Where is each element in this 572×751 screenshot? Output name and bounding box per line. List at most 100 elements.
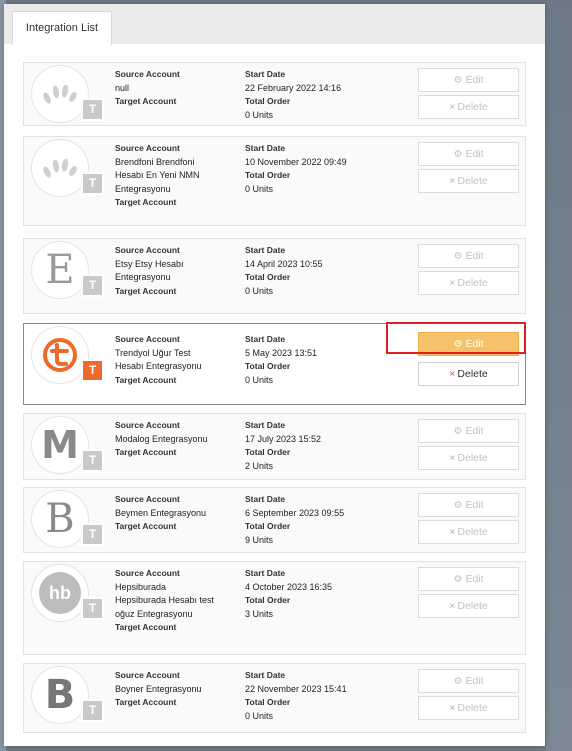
tab-integration-list[interactable]: Integration List	[12, 11, 112, 45]
edit-label: Edit	[465, 148, 484, 160]
start-date-value: 17 July 2023 15:52	[245, 433, 322, 444]
edit-button[interactable]: ⚙ Edit	[418, 567, 519, 591]
target-badge: T	[81, 274, 104, 297]
date-column: Start Date 5 May 2023 13:51 Total Order …	[245, 333, 317, 387]
close-icon: ×	[449, 526, 456, 538]
close-icon: ×	[449, 368, 456, 380]
delete-button[interactable]: × Delete	[418, 594, 519, 618]
source-line: Entegrasyonu	[115, 272, 171, 282]
source-label: Source Account	[115, 334, 180, 344]
integration-card: T Source Account Brendfoni Brendfoni Hes…	[23, 136, 526, 226]
total-order-value: 9 Units	[245, 534, 274, 545]
edit-button[interactable]: ⚙ Edit	[418, 493, 519, 517]
integration-modal: Integration List T Source Account null T…	[4, 4, 545, 746]
source-column: Source Account Boyner Entegrasyonu Targe…	[115, 669, 202, 710]
start-date-label: Start Date	[245, 334, 286, 344]
start-date-value: 14 April 2023 10:55	[245, 258, 323, 269]
total-order-label: Total Order	[245, 170, 291, 180]
edit-button[interactable]: ⚙ Edit	[418, 419, 519, 443]
start-date-value: 22 November 2023 15:41	[245, 683, 347, 694]
start-date-label: Start Date	[245, 143, 286, 153]
gear-icon: ⚙	[453, 500, 463, 511]
integration-card: E T Source Account Etsy Etsy Hesabı Ente…	[23, 238, 526, 314]
source-column: Source Account Modalog Entegrasyonu Targ…	[115, 419, 208, 460]
delete-button[interactable]: × Delete	[418, 95, 519, 119]
start-date-label: Start Date	[245, 670, 286, 680]
logo-letter: B	[44, 672, 76, 718]
edit-label: Edit	[465, 250, 484, 262]
total-order-label: Total Order	[245, 697, 291, 707]
integration-card: M T Source Account Modalog Entegrasyonu …	[23, 413, 526, 480]
start-date-value: 10 November 2022 09:49	[245, 156, 347, 167]
target-label: Target Account	[115, 697, 177, 707]
start-date-value: 22 February 2022 14:16	[245, 82, 342, 93]
source-line: Hesabı Entegrasyonu	[115, 361, 202, 371]
date-column: Start Date 22 February 2022 14:16 Total …	[245, 68, 341, 122]
delete-label: Delete	[457, 101, 488, 113]
source-label: Source Account	[115, 420, 180, 430]
close-icon: ×	[449, 452, 456, 464]
start-date-label: Start Date	[245, 568, 286, 578]
close-icon: ×	[449, 101, 456, 113]
total-order-label: Total Order	[245, 595, 291, 605]
source-line: Hepsiburada	[115, 581, 167, 592]
close-icon: ×	[449, 175, 456, 187]
delete-button[interactable]: × Delete	[418, 169, 519, 193]
gear-icon: ⚙	[453, 149, 463, 160]
integration-card: B T Source Account Boyner Entegrasyonu T…	[23, 663, 526, 733]
delete-label: Delete	[457, 175, 488, 187]
edit-label: Edit	[465, 573, 484, 585]
total-order-value: 3 Units	[245, 608, 274, 619]
date-column: Start Date 22 November 2023 15:41 Total …	[245, 669, 347, 723]
gear-icon: ⚙	[453, 574, 463, 585]
edit-label: Edit	[465, 499, 484, 511]
total-order-value: 0 Units	[245, 285, 274, 296]
start-date-value: 6 September 2023 09:55	[245, 507, 345, 518]
source-column: Source Account Trendyol Uğur Test Hesabı…	[115, 333, 202, 387]
source-line: Brendfoni Brendfoni	[115, 156, 195, 167]
target-badge: T	[81, 98, 104, 121]
close-icon: ×	[449, 277, 456, 289]
total-order-value: 0 Units	[245, 109, 274, 120]
source-line: Hesabı En Yeni NMN	[115, 170, 200, 180]
edit-label: Edit	[465, 675, 484, 687]
source-line: Etsy Etsy Hesabı	[115, 258, 184, 269]
delete-button[interactable]: × Delete	[418, 446, 519, 470]
date-column: Start Date 17 July 2023 15:52 Total Orde…	[245, 419, 321, 473]
total-order-label: Total Order	[245, 272, 291, 282]
start-date-label: Start Date	[245, 245, 286, 255]
source-line: Boyner Entegrasyonu	[115, 683, 202, 694]
start-date-label: Start Date	[245, 420, 286, 430]
source-column: Source Account Etsy Etsy Hesabı Entegras…	[115, 244, 184, 298]
total-order-value: 0 Units	[245, 183, 274, 194]
tab-bar: Integration List	[4, 4, 545, 45]
start-date-label: Start Date	[245, 69, 286, 79]
target-label: Target Account	[115, 96, 177, 106]
edit-button[interactable]: ⚙ Edit	[418, 142, 519, 166]
logo-letter: E	[45, 247, 75, 293]
delete-button[interactable]: × Delete	[418, 520, 519, 544]
edit-button[interactable]: ⚙ Edit	[418, 68, 519, 92]
target-label: Target Account	[115, 374, 177, 385]
delete-label: Delete	[457, 600, 488, 612]
delete-label: Delete	[457, 368, 488, 380]
delete-label: Delete	[457, 526, 488, 538]
total-order-value: 0 Units	[245, 374, 274, 385]
start-date-value: 4 October 2023 16:35	[245, 581, 333, 592]
source-label: Source Account	[115, 245, 180, 255]
edit-label: Edit	[465, 74, 484, 86]
delete-label: Delete	[457, 702, 488, 714]
delete-button[interactable]: × Delete	[418, 696, 519, 720]
source-column: Source Account Beymen Entegrasyonu Targe…	[115, 493, 206, 534]
target-label: Target Account	[115, 622, 177, 632]
target-label: Target Account	[115, 197, 177, 207]
source-label: Source Account	[115, 69, 180, 79]
edit-button[interactable]: ⚙ Edit	[418, 244, 519, 268]
delete-button[interactable]: × Delete	[418, 271, 519, 295]
target-badge: T	[81, 699, 104, 722]
delete-button[interactable]: × Delete	[418, 362, 519, 386]
target-label: Target Account	[115, 521, 177, 531]
source-column: Source Account null Target Account	[115, 68, 180, 109]
edit-button[interactable]: ⚙ Edit	[418, 669, 519, 693]
gear-icon: ⚙	[453, 426, 463, 437]
